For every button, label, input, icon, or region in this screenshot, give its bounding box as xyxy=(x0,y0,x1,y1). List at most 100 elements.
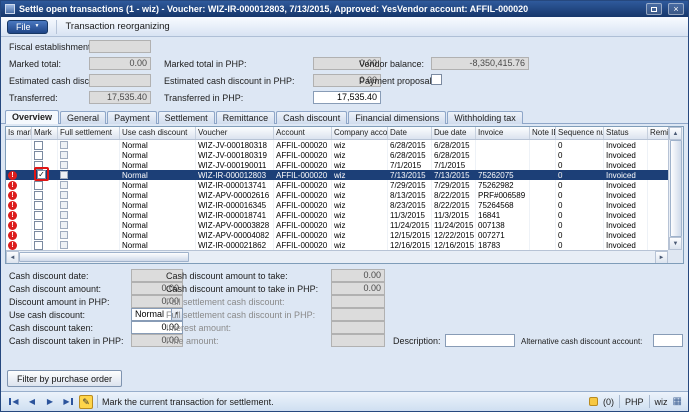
full-settlement-checkbox[interactable] xyxy=(60,221,68,229)
company-indicator[interactable]: wiz xyxy=(655,397,668,407)
grid-view-icon[interactable]: ▦ xyxy=(673,396,682,407)
full-settlement-cell xyxy=(58,180,120,190)
grid-row[interactable]: ! Normal WIZ-IR-000013741 AFFIL-000020 wiz 7/… xyxy=(6,180,668,190)
account-cell: AFFIL-000020 xyxy=(274,210,332,220)
note-id-cell xyxy=(530,200,556,210)
column-header-full-settlement[interactable]: Full settlement xyxy=(58,127,120,139)
scroll-right-icon[interactable]: ► xyxy=(655,251,668,263)
scroll-up-icon[interactable]: ▲ xyxy=(669,127,682,140)
payment-proposal-checkbox[interactable] xyxy=(431,74,442,85)
full-settlement-checkbox[interactable] xyxy=(60,171,68,179)
column-header-note-id[interactable]: Note ID xyxy=(530,127,556,139)
restore-button[interactable] xyxy=(646,3,662,15)
column-header-status[interactable]: Status xyxy=(604,127,648,139)
first-record-button[interactable]: ◀ xyxy=(7,395,21,409)
full-settlement-checkbox[interactable] xyxy=(60,191,68,199)
header-fields: Fiscal establishment ID: Marked total: 0… xyxy=(1,37,688,107)
currency-indicator[interactable]: PHP xyxy=(625,397,644,407)
previous-record-button[interactable]: ◀ xyxy=(25,395,39,409)
filter-by-purchase-order-button[interactable]: Filter by purchase order xyxy=(7,370,123,387)
vertical-scrollbar[interactable]: ▲ ▼ xyxy=(668,127,683,250)
mark-checkbox[interactable] xyxy=(34,240,43,250)
transaction-reorganizing-button[interactable]: Transaction reorganizing xyxy=(65,21,169,32)
notification-count[interactable]: (0) xyxy=(603,397,614,407)
voucher-cell: WIZ-IR-000018741 xyxy=(196,210,274,220)
grid-row[interactable]: ! Normal WIZ-APV-00002616 AFFIL-000020 wiz 8/… xyxy=(6,190,668,200)
full-settlement-checkbox[interactable] xyxy=(60,161,68,169)
overdue-warning-icon: ! xyxy=(8,240,17,250)
tab-settlement[interactable]: Settlement xyxy=(157,111,215,124)
grid-row[interactable]: Normal WIZ-JV-000190011 AFFIL-000020 wiz 7/1… xyxy=(6,160,668,170)
remittance-cell xyxy=(648,150,668,160)
mark-checkbox[interactable] xyxy=(34,140,43,150)
column-header-date[interactable]: Date xyxy=(388,127,432,139)
tab-payment[interactable]: Payment xyxy=(107,111,157,124)
scroll-down-icon[interactable]: ▼ xyxy=(669,237,682,250)
full-settlement-checkbox[interactable] xyxy=(60,141,68,149)
note-id-cell xyxy=(530,210,556,220)
grid-row[interactable]: ! Normal WIZ-APV-00003828 AFFIL-000020 wiz 11… xyxy=(6,220,668,230)
column-header-is-marked[interactable]: Is marked xyxy=(6,127,32,139)
full-settlement-checkbox[interactable] xyxy=(60,241,68,249)
notification-icon[interactable] xyxy=(589,397,599,406)
mark-checkbox[interactable]: ✓ xyxy=(37,169,46,179)
mark-checkbox[interactable] xyxy=(34,210,43,220)
mark-checkbox[interactable] xyxy=(34,150,43,160)
last-record-button[interactable]: ▶ xyxy=(61,395,75,409)
mark-checkbox[interactable] xyxy=(34,190,43,200)
company-accounts-cell: wiz xyxy=(332,160,388,170)
column-header-use-cash-discount[interactable]: Use cash discount xyxy=(120,127,196,139)
full-settlement-checkbox[interactable] xyxy=(60,201,68,209)
cash-discount-amount-to-take-php-field: 0.00 xyxy=(331,282,385,295)
marked-total-field: 0.00 xyxy=(89,57,151,70)
column-header-remittance[interactable]: Remittance xyxy=(648,127,668,139)
scrollbar-corner xyxy=(668,250,683,263)
horizontal-scroll-thumb[interactable] xyxy=(19,252,189,262)
mark-checkbox[interactable] xyxy=(34,230,43,240)
next-record-button[interactable]: ▶ xyxy=(43,395,57,409)
close-button[interactable]: × xyxy=(668,3,684,15)
file-menu-button[interactable]: File ▼ xyxy=(7,19,49,34)
tab-overview[interactable]: Overview xyxy=(5,110,60,124)
scroll-left-icon[interactable]: ◄ xyxy=(6,251,19,263)
column-header-account[interactable]: Account xyxy=(274,127,332,139)
tab-remittance[interactable]: Remittance xyxy=(215,111,276,124)
overdue-warning-icon: ! xyxy=(8,210,17,220)
vertical-scroll-thumb[interactable] xyxy=(670,140,682,237)
grid-row[interactable]: Normal WIZ-JV-000180319 AFFIL-000020 wiz 6/2… xyxy=(6,150,668,160)
tab-financial-dimensions[interactable]: Financial dimensions xyxy=(348,111,447,124)
grid-row[interactable]: ! Normal WIZ-IR-000016345 AFFIL-000020 wiz 8/… xyxy=(6,200,668,210)
grid-row[interactable]: ! Normal WIZ-APV-00004082 AFFIL-000020 wiz 12… xyxy=(6,230,668,240)
use-cash-discount-cell: Normal xyxy=(120,220,196,230)
mark-checkbox[interactable] xyxy=(34,200,43,210)
full-settlement-checkbox[interactable] xyxy=(60,151,68,159)
status-cell: Invoiced xyxy=(604,230,648,240)
column-header-invoice[interactable]: Invoice xyxy=(476,127,530,139)
sequence-number-cell: 0 xyxy=(556,230,604,240)
horizontal-scrollbar[interactable]: ◄ ► xyxy=(6,250,668,263)
full-settlement-checkbox[interactable] xyxy=(60,181,68,189)
column-header-voucher[interactable]: Voucher xyxy=(196,127,274,139)
grid-row[interactable]: ! Normal WIZ-IR-000018741 AFFIL-000020 wiz 11… xyxy=(6,210,668,220)
column-header-sequence-number[interactable]: Sequence number xyxy=(556,127,604,139)
column-header-company-accounts[interactable]: Company accounts xyxy=(332,127,388,139)
full-settlement-checkbox[interactable] xyxy=(60,211,68,219)
invoice-cell xyxy=(476,150,530,160)
sequence-number-cell: 0 xyxy=(556,240,604,250)
tab-general[interactable]: General xyxy=(60,111,107,124)
grid-row[interactable]: ! Normal WIZ-IR-000021862 AFFIL-000020 wiz 12… xyxy=(6,240,668,250)
grid-row[interactable]: ! ✓ Normal WIZ-IR-000012803 AFFIL-000020 wiz 7… xyxy=(6,167,668,181)
grid-row[interactable]: Normal WIZ-JV-000180318 AFFIL-000020 wiz 6/2… xyxy=(6,140,668,150)
full-settlement-checkbox[interactable] xyxy=(60,231,68,239)
alternative-cash-discount-account-field[interactable] xyxy=(653,334,683,347)
description-field[interactable] xyxy=(445,334,515,347)
tab-cash-discount[interactable]: Cash discount xyxy=(276,111,348,124)
edit-record-icon[interactable]: ✎ xyxy=(79,394,93,409)
title-bar[interactable]: Settle open transactions (1 - wiz) - Vou… xyxy=(1,1,688,17)
transferred-php-field[interactable]: 17,535.40 xyxy=(313,91,381,104)
mark-checkbox[interactable] xyxy=(34,180,43,190)
column-header-mark[interactable]: Mark xyxy=(32,127,58,139)
tab-withholding-tax[interactable]: Withholding tax xyxy=(447,111,523,124)
mark-checkbox[interactable] xyxy=(34,220,43,230)
column-header-due-date[interactable]: Due date xyxy=(432,127,476,139)
